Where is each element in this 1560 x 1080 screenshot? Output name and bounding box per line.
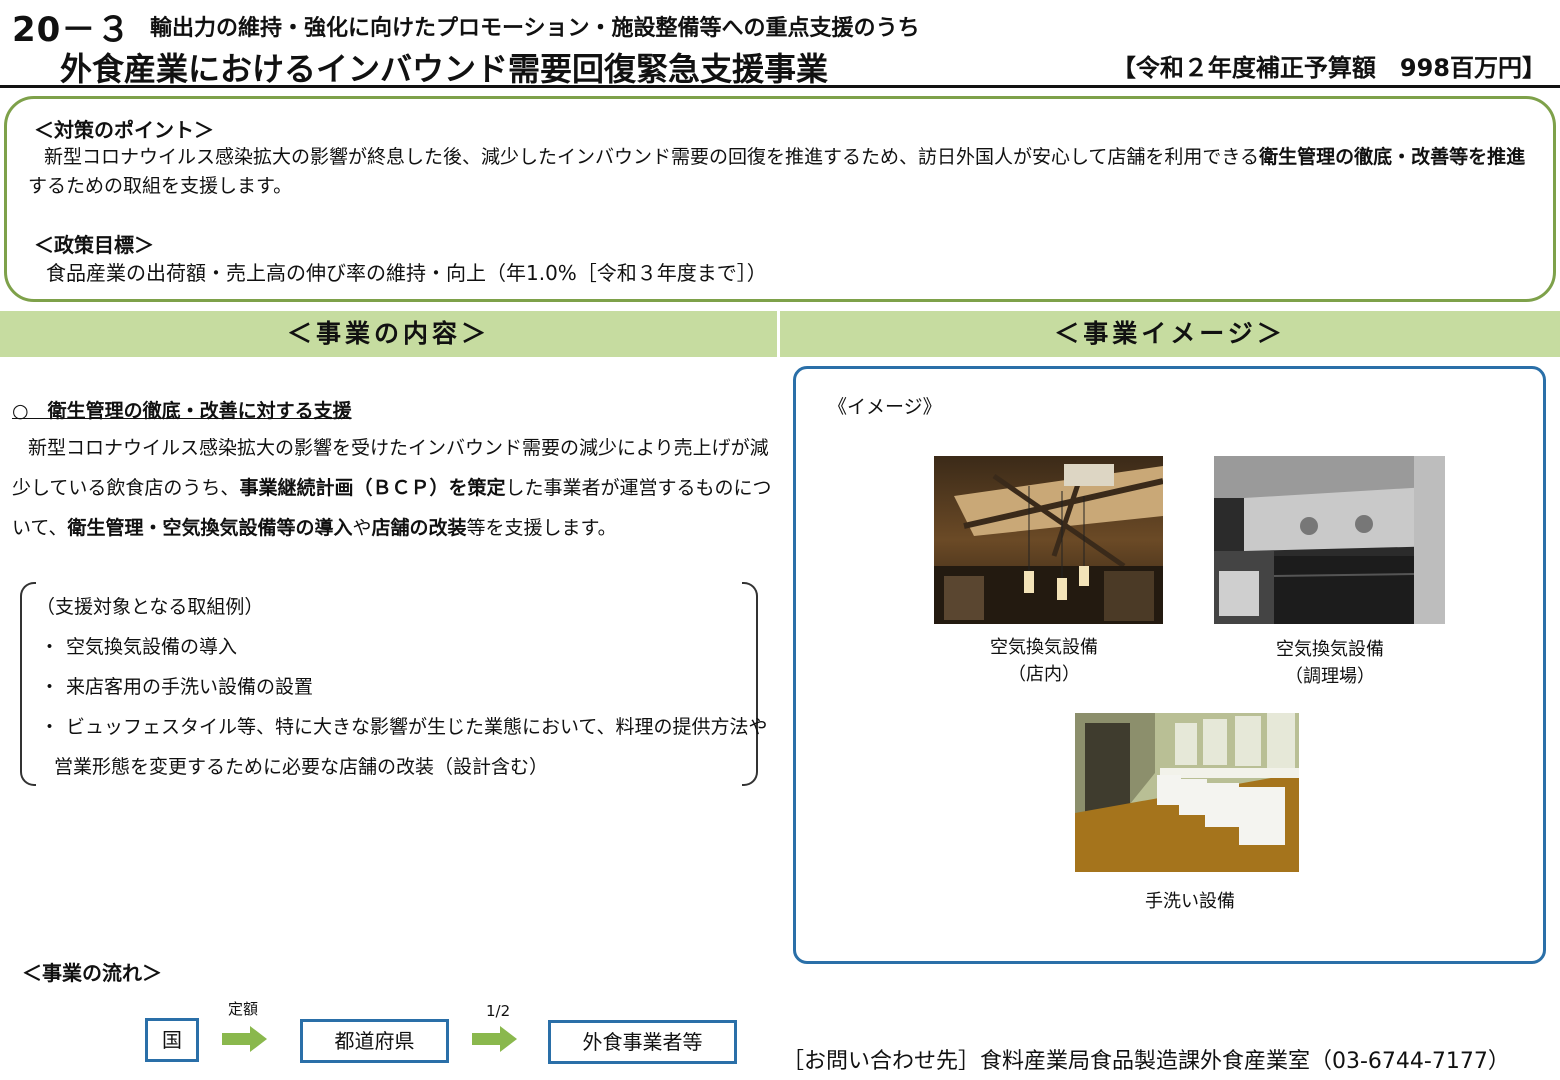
examples-heading: （支援対象となる取組例） [36, 596, 264, 618]
page-title: 外食産業におけるインバウンド需要回復緊急支援事業 [60, 50, 829, 88]
flow-arrow-label-fixed: 定額 [228, 1000, 259, 1018]
goal-text: 食品産業の出荷額・売上高の伸び率の維持・向上（年1.0%［令和３年度まで］） [46, 261, 767, 285]
header-subtitle: 輸出力の維持・強化に向けたプロモーション・施設整備等への重点支援のうち [150, 16, 920, 41]
example-item: ・ビュッフェスタイル等、特に大きな影響が生じた業態において、料理の提供方法や [40, 712, 767, 739]
image-heading: 《イメージ》 [828, 396, 942, 418]
bracket-right [742, 582, 758, 786]
example-text: 空気換気設備の導入 [66, 636, 238, 658]
flow-arrow-label-half: 1/2 [486, 1002, 511, 1020]
support-heading: ○ 衛生管理の徹底・改善に対する支援 [12, 400, 352, 422]
points-heading: ＜対策のポイント＞ [34, 118, 214, 142]
flow-heading: ＜事業の流れ＞ [22, 961, 162, 985]
bracket-left [20, 582, 36, 786]
bullet: ・ [40, 636, 60, 658]
example-text: 来店客用の手洗い設備の設置 [66, 676, 314, 698]
para-hygiene: 衛生管理・空気換気設備等の導入 [67, 517, 353, 539]
photo-handwashing [1075, 713, 1299, 872]
example-item: ・来店客用の手洗い設備の設置 [40, 672, 313, 699]
caption-line: 空気換気設備 [990, 637, 1098, 658]
photo-restaurant-interior [934, 456, 1163, 624]
caption-ventilation-store: 空気換気設備 （店内） [964, 634, 1124, 688]
content-band: ＜事業の内容＞ [0, 311, 777, 357]
bullet: ・ [40, 676, 60, 698]
para-bcp: 事業継続計画（ＢＣＰ）を策定 [239, 477, 506, 499]
caption-handwashing: 手洗い設備 [1145, 891, 1235, 912]
flow-arrow-icon [222, 1026, 267, 1052]
example-item: ・空気換気設備の導入 [40, 632, 237, 659]
para-part-5: や [352, 517, 372, 539]
flow-node-prefecture: 都道府県 [300, 1019, 449, 1063]
caption-line: （店内） [1008, 664, 1080, 685]
points-text: 新型コロナウイルス感染拡大の影響が終息した後、減少したインバウンド需要の回復を推… [28, 143, 1538, 201]
goal-heading: ＜政策目標＞ [34, 233, 154, 257]
para-part-7: 等を支援します。 [466, 517, 617, 539]
caption-line: 空気換気設備 [1276, 639, 1384, 660]
points-text-c: するための取組を支援します。 [28, 175, 293, 197]
example-text: ビュッフェスタイル等、特に大きな影響が生じた業態において、料理の提供方法や [66, 716, 768, 738]
caption-ventilation-kitchen: 空気換気設備 （調理場） [1250, 636, 1410, 690]
caption-line: （調理場） [1285, 666, 1375, 687]
content-paragraph: 新型コロナウイルス感染拡大の影響を受けたインバウンド需要の減少により売上げが減少… [12, 428, 772, 548]
flow-arrow-icon [472, 1026, 517, 1052]
flow-node-operators: 外食事業者等 [548, 1020, 737, 1064]
para-renovation: 店舗の改装 [371, 517, 467, 539]
contact-info: ［お問い合わせ先］食料産業局食品製造課外食産業室（03-6744-7177） [782, 1049, 1510, 1074]
points-text-a: 新型コロナウイルス感染拡大の影響が終息した後、減少したインバウンド需要の回復を推… [44, 146, 1260, 168]
header-divider [0, 85, 1560, 88]
budget-label: 【令和２年度補正予算額 998百万円】 [1111, 54, 1546, 82]
bullet: ・ [40, 716, 60, 738]
points-text-emphasis: 衛生管理の徹底・改善等を推進 [1259, 146, 1526, 168]
image-band: ＜事業イメージ＞ [780, 311, 1560, 357]
photo-kitchen-ventilation [1214, 456, 1445, 624]
flow-node-country: 国 [145, 1018, 199, 1062]
example-item-continuation: 営業形態を変更するために必要な店舗の改装（設計含む） [54, 756, 549, 778]
